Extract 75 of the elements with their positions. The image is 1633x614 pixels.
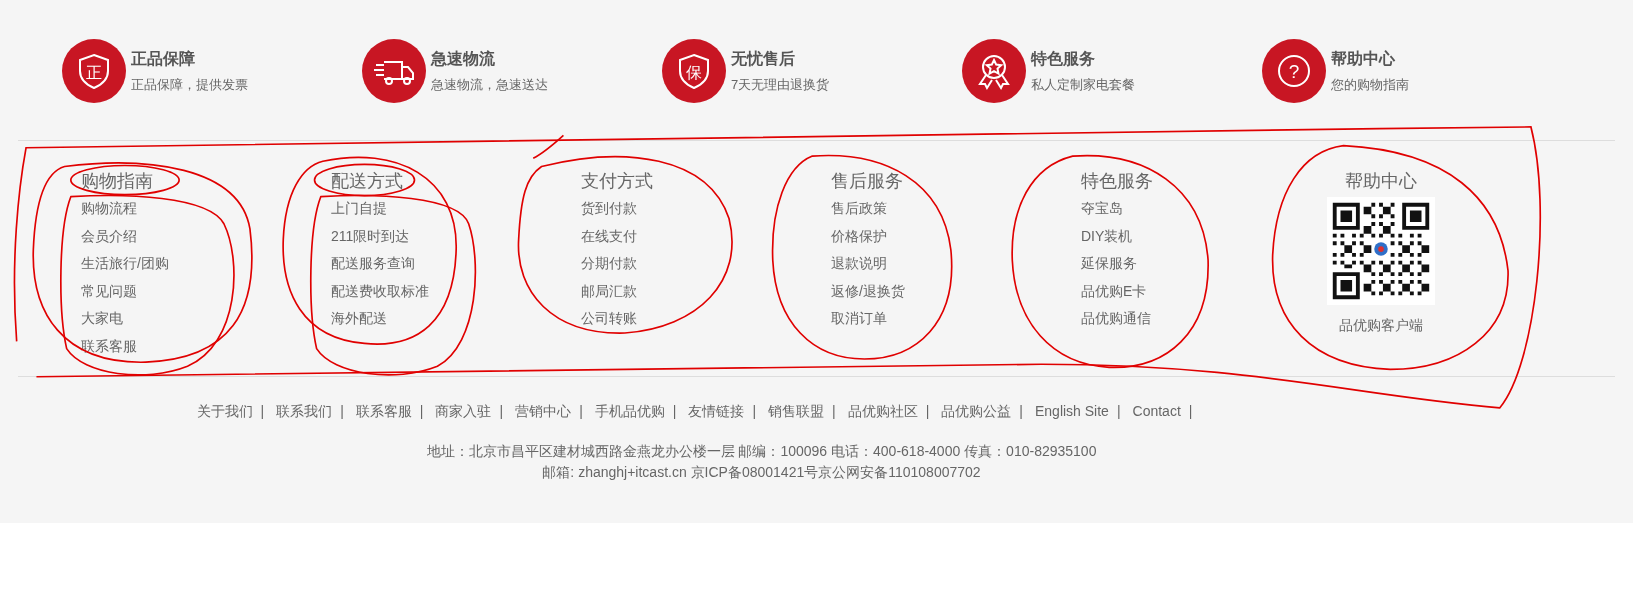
- link-separator: |: [1116, 403, 1121, 421]
- link-separator: |: [925, 403, 930, 421]
- footer-link[interactable]: 取消订单: [831, 305, 887, 333]
- footer-link[interactable]: 品优购社区: [847, 403, 918, 421]
- link-separator: |: [1019, 403, 1023, 421]
- link-separator: |: [260, 403, 265, 421]
- feature-title: 特色服务: [1031, 48, 1096, 69]
- footer-link[interactable]: 常见问题: [81, 277, 137, 306]
- column-heading: 售后服务: [831, 170, 903, 193]
- footer-link[interactable]: 售后政策: [831, 195, 887, 223]
- footer-link[interactable]: English Site: [1034, 403, 1109, 421]
- shield-icon: 保: [662, 39, 726, 103]
- footer-link[interactable]: 关于我们: [196, 403, 253, 421]
- footer-link[interactable]: 大家电: [81, 305, 123, 333]
- footer-link[interactable]: 返修/退换货: [831, 277, 905, 306]
- help-icon: ?: [1262, 39, 1326, 103]
- footer-link[interactable]: 购物流程: [81, 195, 137, 223]
- feature-subtitle: 7天无理由退换货: [731, 75, 830, 94]
- footer-link[interactable]: 夺宝岛: [1081, 195, 1123, 223]
- address-line: 地址：北京市昌平区建材城西路金燕龙办公楼一层 邮编：100096 电话：400-618-4000 传真：010-82935100: [426, 442, 1097, 461]
- footer-link[interactable]: Contact: [1132, 403, 1181, 421]
- footer-link[interactable]: 海外配送: [331, 305, 387, 333]
- feature-subtitle: 急速物流，急速送达: [431, 75, 548, 94]
- feature-subtitle: 私人定制家电套餐: [1031, 75, 1135, 94]
- footer-link[interactable]: 品优购通信: [1081, 305, 1151, 333]
- footer-link[interactable]: 配送服务查询: [331, 250, 415, 278]
- footer-link[interactable]: 商家入驻: [435, 403, 492, 421]
- feature-title: 帮助中心: [1331, 48, 1396, 69]
- footer-link[interactable]: 营销中心: [515, 403, 572, 421]
- qr-caption: 品优购客户端: [1339, 317, 1423, 335]
- footer-link[interactable]: 211限时到达: [331, 222, 410, 251]
- annotation-stroke: [532, 134, 565, 159]
- footer-link[interactable]: 分期付款: [581, 250, 637, 278]
- footer-link[interactable]: DIY装机: [1081, 222, 1133, 251]
- link-separator: |: [1188, 403, 1193, 421]
- footer-link[interactable]: 友情链接: [688, 403, 745, 421]
- footer-link[interactable]: 在线支付: [581, 222, 637, 251]
- footer-link[interactable]: 延保服务: [1081, 250, 1137, 278]
- link-separator: |: [672, 403, 677, 421]
- footer-link[interactable]: 退款说明: [831, 250, 887, 278]
- footer-link[interactable]: 会员介绍: [81, 222, 137, 251]
- feature-title: 正品保障: [131, 48, 196, 69]
- column-heading: 支付方式: [581, 170, 653, 193]
- link-separator: |: [579, 403, 583, 421]
- medal-icon: [962, 39, 1026, 103]
- footer-link[interactable]: 联系我们: [276, 403, 333, 421]
- column-heading: 特色服务: [1081, 170, 1153, 193]
- footer-link[interactable]: 货到付款: [581, 195, 637, 223]
- link-separator: |: [419, 403, 424, 421]
- column-heading: 配送方式: [331, 170, 403, 193]
- shield-icon: 正: [62, 39, 126, 103]
- footer-link[interactable]: 价格保护: [831, 222, 887, 251]
- feature-title: 无忧售后: [731, 48, 796, 69]
- address-line: 邮箱: zhanghj+itcast.cn 京ICP备08001421号京公网安备110108007702: [542, 463, 981, 482]
- column-heading: 帮助中心: [1345, 170, 1417, 193]
- feature-subtitle: 您的购物指南: [1331, 75, 1409, 94]
- footer-link[interactable]: 品优购E卡: [1081, 277, 1147, 306]
- footer-link[interactable]: 上门自提: [331, 195, 387, 223]
- footer-link[interactable]: 联系客服: [355, 403, 412, 421]
- link-separator: |: [832, 403, 836, 421]
- footer-link[interactable]: 公司转账: [581, 305, 637, 333]
- footer-link[interactable]: 销售联盟: [768, 403, 825, 421]
- feature-subtitle: 正品保障，提供发票: [131, 75, 248, 94]
- footer-link[interactable]: 联系客服: [81, 332, 137, 361]
- footer-link[interactable]: 生活旅行/团购: [81, 250, 169, 278]
- footer-link[interactable]: 配送费收取标准: [331, 277, 429, 306]
- feature-title: 急速物流: [431, 48, 496, 69]
- link-separator: |: [499, 403, 504, 421]
- footer-link[interactable]: 手机品优购: [594, 403, 665, 421]
- link-separator: |: [340, 403, 344, 421]
- truck-icon: [362, 39, 426, 103]
- column-heading: 购物指南: [81, 170, 153, 193]
- footer-link[interactable]: 品优购公益: [941, 403, 1012, 421]
- footer-link[interactable]: 邮局汇款: [581, 277, 637, 306]
- link-separator: |: [752, 403, 757, 421]
